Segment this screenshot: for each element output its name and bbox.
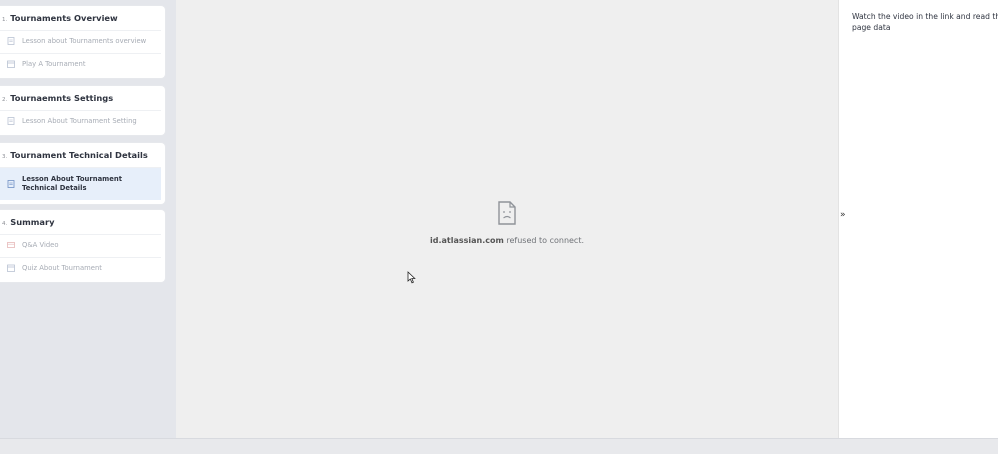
lesson-item-qa-video[interactable]: Q&A Video xyxy=(0,234,161,255)
mouse-cursor-icon xyxy=(407,271,416,284)
lesson-item-quiz[interactable]: Quiz About Tournament xyxy=(0,257,161,278)
lesson-label: Lesson About Tournament Setting xyxy=(22,117,137,125)
lesson-item-tournament-setting[interactable]: Lesson About Tournament Setting xyxy=(0,110,161,131)
section-tournaments-settings: 2. Tournaemnts Settings Lesson About Tour… xyxy=(0,86,165,135)
calendar-icon xyxy=(7,60,15,68)
section-title[interactable]: 1. Tournaments Overview xyxy=(0,6,165,30)
section-title-text: Tournament Technical Details xyxy=(10,150,148,160)
section-title-text: Tournaments Overview xyxy=(10,13,118,23)
lesson-item-technical-details[interactable]: Lesson About Tournament Technical Detail… xyxy=(0,167,161,200)
lesson-label: Play A Tournament xyxy=(22,60,86,68)
section-number: 4. xyxy=(2,221,8,227)
document-icon xyxy=(7,117,15,125)
error-host: id.atlassian.com xyxy=(429,236,504,245)
section-tournaments-overview: 1. Tournaments Overview Lesson about Tour… xyxy=(0,6,165,78)
instructions-text: Watch the video in the link and read the… xyxy=(852,12,998,32)
bottom-navigation-bar xyxy=(0,438,998,454)
section-title[interactable]: 3. Tournament Technical Details xyxy=(0,143,165,167)
section-technical-details: 3. Tournament Technical Details Lesson Ab… xyxy=(0,143,165,204)
lesson-label: Quiz About Tournament xyxy=(22,264,102,272)
connection-error: id.atlassian.com refused to connect. xyxy=(176,200,838,245)
document-icon xyxy=(7,180,15,188)
lesson-label: Lesson About Tournament Technical Detail… xyxy=(22,174,122,192)
video-icon xyxy=(7,242,15,248)
error-text: refused to connect. xyxy=(503,236,585,245)
content-frame: id.atlassian.com refused to connect. xyxy=(176,0,838,438)
lesson-label: Q&A Video xyxy=(22,241,59,249)
section-number: 2. xyxy=(2,97,8,103)
section-title-text: Tournaemnts Settings xyxy=(10,93,114,103)
collapse-panel-button[interactable]: » xyxy=(840,210,846,220)
calendar-icon xyxy=(7,264,15,272)
section-summary: 4. Summary Q&A Video Quiz About Tournamen… xyxy=(0,210,165,282)
section-number: 1. xyxy=(2,17,8,23)
section-title[interactable]: 2. Tournaemnts Settings xyxy=(0,86,165,110)
section-title-text: Summary xyxy=(10,217,55,227)
lesson-label: Lesson about Tournaments overview xyxy=(22,37,147,45)
section-title[interactable]: 4. Summary xyxy=(0,210,165,234)
document-icon xyxy=(7,37,15,45)
course-sidebar: 1. Tournaments Overview Lesson about Tour… xyxy=(0,0,176,438)
instructions-panel: Watch the video in the link and read the… xyxy=(838,0,998,438)
lesson-item-play-tournament[interactable]: Play A Tournament xyxy=(0,53,161,74)
lesson-item-tournaments-overview[interactable]: Lesson about Tournaments overview xyxy=(0,30,161,51)
section-number: 3. xyxy=(2,154,8,160)
broken-page-icon xyxy=(498,201,516,225)
error-message: id.atlassian.com refused to connect. xyxy=(176,236,838,245)
